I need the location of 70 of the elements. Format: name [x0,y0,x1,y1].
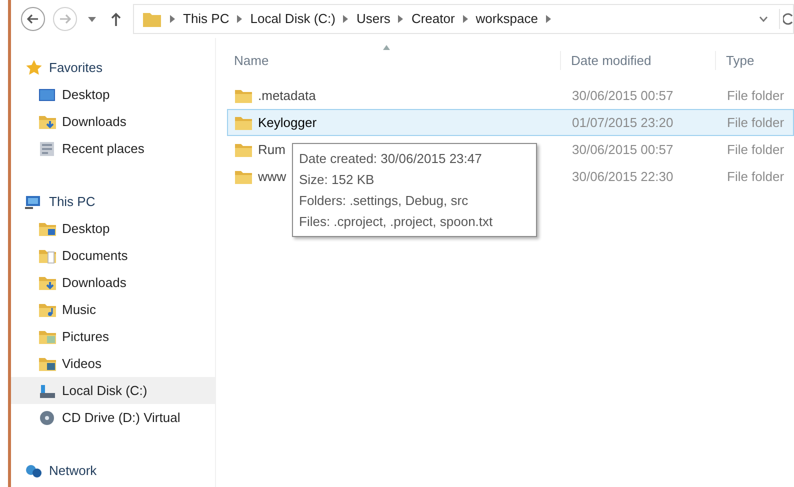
chevron-right-icon [546,15,551,23]
sidebar-item[interactable]: Local Disk (C:) [11,377,215,404]
chevron-right-icon [398,15,404,23]
sidebar-item-label: Videos [62,354,102,373]
sidebar-item[interactable]: Pictures [11,323,215,350]
file-name[interactable]: Keylogger [258,112,317,132]
recent-places-icon [38,140,56,158]
sidebar-item-label: Desktop [62,220,110,238]
chevron-right-icon [343,15,348,23]
sidebar-item-label: CD Drive (D:) Virtual [62,408,180,427]
sidebar-item[interactable]: Desktop [11,81,215,108]
refresh-button[interactable] [779,9,793,29]
caret-icon [88,16,96,22]
up-arrow-icon [111,12,121,26]
refresh-icon [783,13,793,25]
sidebar-item[interactable]: Desktop [11,215,215,242]
file-type: File folder [726,114,784,132]
file-name[interactable]: Rum [258,140,286,160]
file-type: File folder [726,140,784,159]
sidebar-item-label: Documents [62,246,128,265]
sidebar-item[interactable]: CD Drive (D:) Virtual [11,404,215,431]
chevron-down-icon [758,16,768,22]
sidebar-item[interactable]: Downloads [11,108,215,135]
file-name[interactable]: www [258,166,286,186]
breadcrumb[interactable]: Local Disk (C:) [250,9,336,29]
selected-file-row[interactable]: Keylogger 01/07/2015 23:20 File folder [227,109,794,136]
date-modified: 30/06/2015 22:30 [571,168,674,186]
back-arrow-icon [27,14,39,24]
chevron-right-icon [462,15,468,23]
chevron-right-icon [237,15,242,23]
file-name[interactable]: .metadata [258,86,316,106]
star-icon [25,58,43,76]
sidebar-item-label: Pictures [62,328,109,346]
sidebar-item[interactable]: Downloads [11,269,215,296]
sidebar-group[interactable]: Favorites [49,58,102,78]
sidebar-item-label: Music [62,300,96,319]
sidebar-item[interactable]: Music [11,296,215,323]
tooltip-line: Size: 152 KB [299,171,376,189]
breadcrumb[interactable]: workspace [476,9,538,29]
breadcrumb[interactable]: Users [356,9,390,29]
date-modified: 30/06/2015 00:57 [571,86,674,105]
date-modified: 01/07/2015 23:20 [571,114,674,132]
sidebar-item-label: Downloads [62,112,126,131]
sidebar-item-label: Desktop [62,86,110,104]
sidebar-item-label: Recent places [62,140,144,158]
column-header[interactable]: Type [726,50,754,70]
sidebar-group[interactable]: Network [49,460,97,480]
address-bar[interactable]: This PC Local Disk (C:) Users Creator workspace [133,4,794,34]
breadcrumb[interactable]: Creator [411,9,455,29]
tooltip-line: Files: .cproject, .project, spoon.txt [299,213,494,231]
column-header[interactable]: Date modified [571,50,652,70]
sidebar-group[interactable]: This PC [49,192,96,212]
tooltip-line: Folders: .settings, Debug, src [299,192,470,210]
sidebar-item[interactable]: Videos [11,350,215,377]
file-type: File folder [726,86,784,105]
tooltip-line: Date created: 30/06/2015 23:47 [299,150,483,168]
breadcrumb[interactable]: This PC [183,9,230,29]
sidebar-item[interactable]: Documents [11,242,215,269]
forward-arrow-icon [59,14,71,24]
column-header[interactable]: Name [234,50,269,70]
sidebar-item[interactable]: Recent places [11,135,215,162]
sidebar-item-label: Local Disk (C:) [62,382,148,400]
chevron-right-icon [170,15,175,23]
back-button[interactable] [21,7,45,31]
sidebar-item-label: Downloads [62,274,126,292]
sort-arrow-icon [383,45,390,50]
date-modified: 30/06/2015 00:57 [571,140,674,159]
disc-drive-icon [38,408,56,426]
folder-icon [142,10,162,28]
file-type: File folder [726,168,784,186]
